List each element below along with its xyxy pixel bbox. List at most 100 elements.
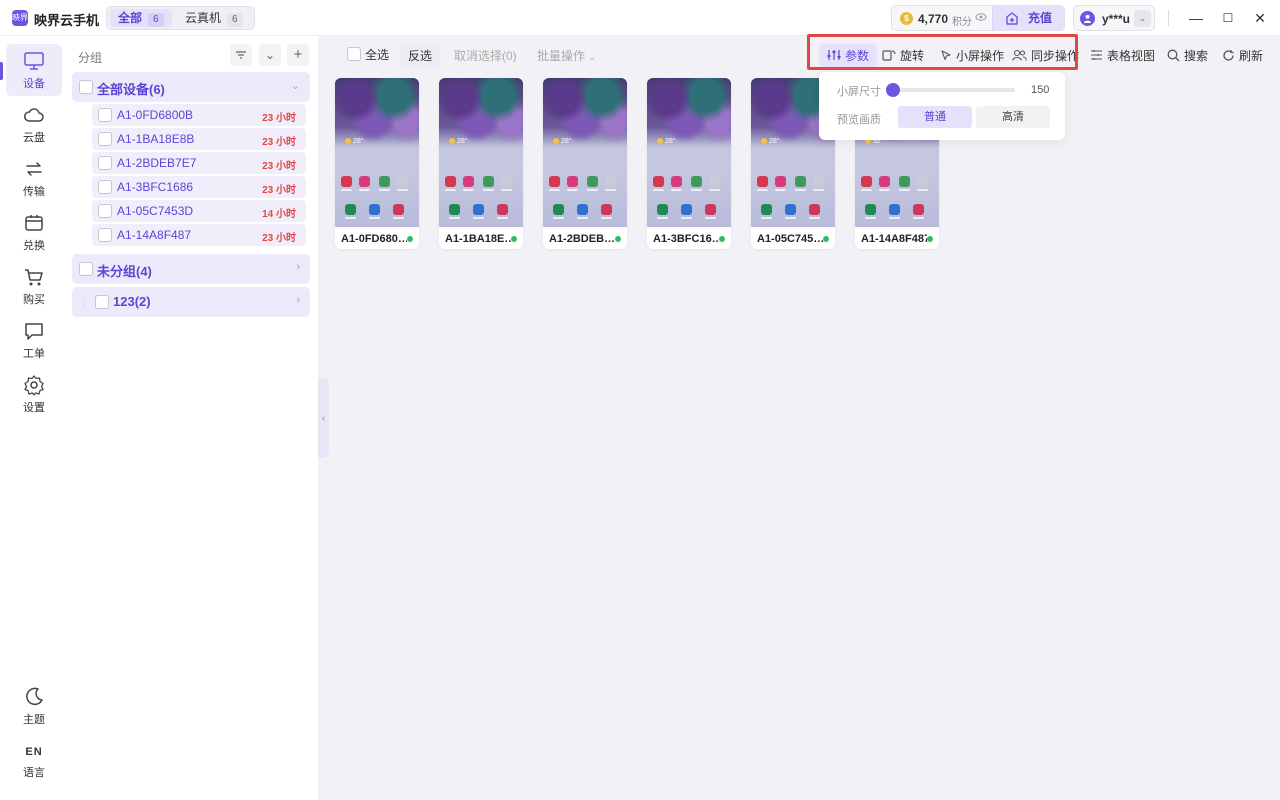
app-label-placeholder [473,217,484,219]
group-123-label: 123(2) [113,294,151,309]
app-icon-row [341,204,413,219]
select-all-checkbox[interactable] [347,47,361,61]
size-slider-thumb[interactable] [886,83,900,97]
batch-operation-button[interactable]: 批量操作 ⌄ [529,44,604,68]
device-checkbox[interactable] [98,108,112,122]
device-screen-preview[interactable]: 28° [439,78,523,227]
size-slider-track[interactable] [889,88,1015,92]
device-row[interactable]: A1-3BFC1686 23 小时 [92,176,306,198]
refresh-button[interactable]: 刷新 [1214,44,1271,68]
device-screen-preview[interactable]: 28° [543,78,627,227]
group-ungrouped-checkbox[interactable] [79,262,93,276]
table-view-button[interactable]: 表格视图 [1082,44,1163,68]
weather-widget: 28° [449,138,468,145]
online-status-dot [511,236,517,242]
nav-language[interactable]: EN 语言 [6,738,62,790]
nav-transfer[interactable]: 传输 [6,152,62,204]
device-checkbox[interactable] [98,204,112,218]
app-label-placeholder [761,217,772,219]
device-row[interactable]: A1-05C7453D 14 小时 [92,200,306,222]
sync-operation-button[interactable]: 同步操作 [1004,44,1087,68]
device-checkbox[interactable] [98,228,112,242]
device-card[interactable]: 28° A1-0FD680… [335,78,419,249]
app-icon [549,176,560,187]
nav-tickets[interactable]: 工单 [6,314,62,366]
device-card-name: A1-1BA18E… [445,233,511,245]
maximize-button[interactable]: ☐ [1218,8,1238,28]
device-card[interactable]: 28° A1-1BA18E… [439,78,523,249]
device-card[interactable]: 28° A1-2BDEB… [543,78,627,249]
nav-theme[interactable]: 主题 [6,680,62,732]
nav-devices[interactable]: 设备 [0,44,62,96]
app-label-placeholder [705,217,716,219]
nav-purchase[interactable]: 购买 [6,260,62,312]
app-icon [785,204,796,215]
weather-widget: 28° [761,138,780,145]
user-menu[interactable]: y***u ⌄ [1073,5,1155,31]
language-code: EN [25,746,43,758]
select-all-label[interactable]: 全选 [365,44,389,66]
points-box: $ 4,770 积分 充值 [891,5,1065,31]
params-button[interactable]: 参数 [819,44,878,68]
app-icon [397,176,408,187]
chevron-right-icon[interactable]: › [296,261,300,273]
app-icon [605,176,616,187]
group-all-devices[interactable]: 全部设备(6) ⌄ [72,72,310,102]
device-row[interactable]: A1-0FD6800B 23 小时 [92,104,306,126]
app-icon [473,204,484,215]
search-button[interactable]: 搜索 [1159,44,1216,68]
minimize-button[interactable]: — [1186,8,1206,28]
sort-button[interactable] [230,44,252,66]
small-screen-operation-button[interactable]: 小屏操作 [932,44,1012,68]
invert-selection-button[interactable]: 反选 [400,44,441,68]
size-slider-value: 150 [1031,84,1050,96]
device-checkbox[interactable] [98,132,112,146]
tab-cloud-real-device[interactable]: 云真机 6 [177,9,251,27]
device-row[interactable]: A1-1BA18E8B 23 小时 [92,128,306,150]
app-icon [879,176,890,187]
app-label-placeholder [653,189,664,191]
quality-hd-button[interactable]: 高清 [976,106,1050,128]
nav-redeem[interactable]: 兑换 [6,206,62,258]
nav-cloud-drive[interactable]: 云盘 [6,98,62,150]
eye-icon[interactable] [975,12,987,25]
device-card[interactable]: 28° A1-3BFC16… [647,78,731,249]
app-label-placeholder [757,189,768,191]
device-name: A1-0FD6800B [117,108,194,122]
quality-normal-button[interactable]: 普通 [898,106,972,128]
rotate-button[interactable]: 旋转 [874,44,932,68]
collapse-all-button[interactable]: ⌄ [259,44,281,66]
weather-temperature: 28° [353,138,364,145]
app-icon [449,204,460,215]
panel-collapse-handle[interactable]: ‹ [318,378,329,458]
app-label-placeholder [709,189,720,191]
app-label-placeholder [671,189,682,191]
device-row[interactable]: A1-14A8F487 23 小时 [92,224,306,246]
device-checkbox[interactable] [98,156,112,170]
group-123-checkbox[interactable] [95,295,109,309]
app-label-placeholder [553,217,564,219]
device-screen-preview[interactable]: 28° [647,78,731,227]
add-group-button[interactable]: + [287,44,309,66]
group-all-checkbox[interactable] [79,80,93,94]
device-checkbox[interactable] [98,180,112,194]
nav-theme-label: 主题 [23,714,45,726]
group-ungrouped[interactable]: 未分组(4) › [72,254,310,284]
recharge-button[interactable]: 充值 [992,6,1064,30]
app-icon [757,176,768,187]
app-label-placeholder [601,217,612,219]
chevron-down-icon[interactable]: ⌄ [1134,10,1151,27]
chevron-right-icon[interactable]: › [296,294,300,306]
device-row[interactable]: A1-2BDEB7E7 23 小时 [92,152,306,174]
close-button[interactable]: ✕ [1250,8,1270,28]
tab-all[interactable]: 全部 6 [110,9,172,27]
group-123[interactable]: ⋮ 123(2) › [72,287,310,317]
app-icon [483,176,494,187]
chevron-down-icon[interactable]: ⌄ [291,79,300,92]
app-icon [567,176,578,187]
drag-handle-icon[interactable]: ⋮ [80,298,88,307]
deselect-button[interactable]: 取消选择(0) [446,44,525,68]
device-screen-preview[interactable]: 28° [335,78,419,227]
pointer-icon [941,50,951,61]
nav-settings[interactable]: 设置 [6,368,62,420]
